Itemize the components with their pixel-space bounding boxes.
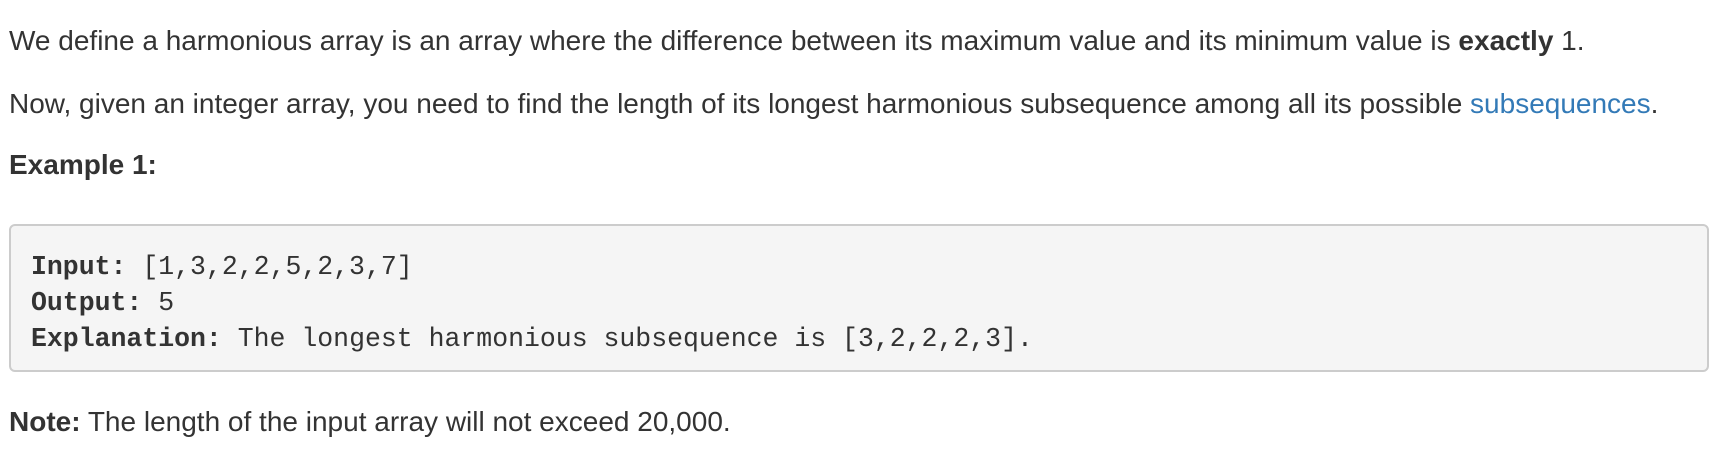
subsequences-link[interactable]: subsequences xyxy=(1470,88,1651,119)
example-input-line: Input: [1,3,2,2,5,2,3,7] xyxy=(31,249,1707,285)
task-text: Now, given an integer array, you need to… xyxy=(9,88,1471,119)
intro-text: We define a harmonious array is an array… xyxy=(9,25,1459,56)
example-heading-text: Example 1: xyxy=(9,149,157,180)
note-label: Note: xyxy=(9,406,81,437)
example-explanation-line: Explanation: The longest harmonious subs… xyxy=(31,321,1707,357)
intro-text-end: 1. xyxy=(1553,25,1585,56)
explanation-value: The longest harmonious subsequence is [3… xyxy=(221,324,1033,354)
explanation-label: Explanation: xyxy=(31,324,222,354)
note-paragraph: Note: The length of the input array will… xyxy=(9,402,731,442)
output-label: Output: xyxy=(31,288,143,318)
intro-paragraph: We define a harmonious array is an array… xyxy=(9,21,1585,61)
example-code-block: Input: [1,3,2,2,5,2,3,7] Output: 5 Expla… xyxy=(9,224,1709,372)
intro-bold-exactly: exactly xyxy=(1458,25,1554,56)
input-label: Input: xyxy=(31,252,127,282)
example-heading: Example 1: xyxy=(9,145,157,185)
task-text-end: . xyxy=(1650,88,1659,119)
example-output-line: Output: 5 xyxy=(31,285,1707,321)
note-text: The length of the input array will not e… xyxy=(80,406,731,437)
input-value: [1,3,2,2,5,2,3,7] xyxy=(126,252,413,282)
task-paragraph: Now, given an integer array, you need to… xyxy=(9,84,1658,124)
output-value: 5 xyxy=(142,288,175,318)
